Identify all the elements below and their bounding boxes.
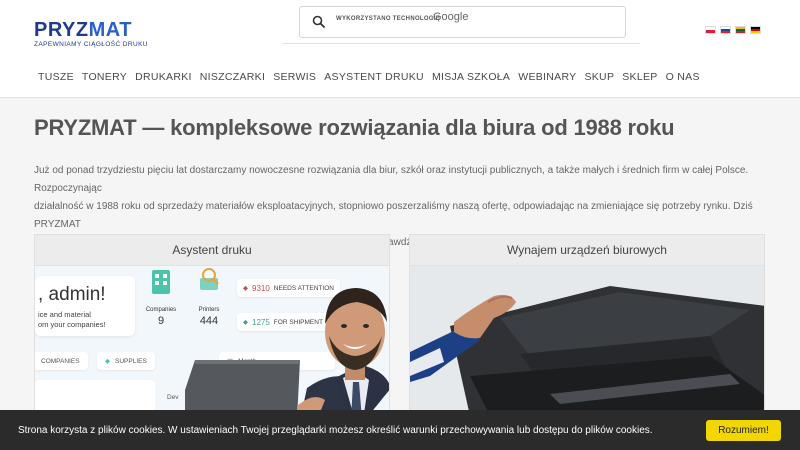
nav-item-sklep[interactable]: SKLEP: [622, 71, 657, 83]
tab-label: COMPANIES: [41, 357, 80, 365]
pryzmat-logo[interactable]: PRYZMAT ZAPEWNIAMY CIĄGŁOŚĆ DRUKU: [34, 19, 148, 48]
google-logo: Google: [433, 11, 469, 23]
businessman-image: [185, 288, 389, 413]
nav-item-niszczarki[interactable]: NISZCZARKI: [200, 71, 265, 83]
search-input[interactable]: WYKORZYSTANO TECHNOLOGIĘ Google: [299, 6, 626, 38]
flag-pl-icon[interactable]: [705, 26, 716, 34]
companies-value: 9: [157, 315, 165, 327]
welcome-line: om your companies!: [38, 320, 106, 329]
dashboard-tab-companies: COMPANIES: [35, 352, 88, 370]
language-switcher: [705, 26, 761, 34]
welcome-panel: , admin! ice and material om your compan…: [35, 276, 135, 336]
intro-line: działalność w 1988 roku od sprzedaży mat…: [34, 201, 753, 230]
search-icon[interactable]: [312, 15, 326, 29]
welcome-greeting: , admin!: [38, 284, 106, 305]
dashboard-illustration: , admin! ice and material om your compan…: [35, 266, 389, 413]
card-wynajem-urzadzen[interactable]: Wynajem urządzeń biurowych: [409, 234, 765, 414]
intro-line: Już od ponad trzydziestu pięciu lat dost…: [34, 165, 749, 194]
companies-label: Companies: [145, 307, 177, 313]
nav-item-skup[interactable]: SKUP: [584, 71, 614, 83]
site-header: PRYZMAT ZAPEWNIAMY CIĄGŁOŚĆ DRUKU WYKORZ…: [0, 0, 800, 98]
nav-item-tusze[interactable]: TUSZE: [38, 71, 74, 83]
card-title[interactable]: Asystent druku: [35, 235, 389, 266]
card-asystent-druku[interactable]: Asystent druku , admin! ice and material…: [34, 234, 390, 414]
cookie-banner: Strona korzysta z plików cookies. W usta…: [0, 410, 800, 450]
cookie-message: Strona korzysta z plików cookies. W usta…: [18, 425, 653, 436]
nav-item-tonery[interactable]: TONERY: [82, 71, 127, 83]
powered-by-label: WYKORZYSTANO TECHNOLOGIĘ: [336, 16, 441, 22]
printer-photo: [410, 266, 764, 413]
flag-lt-icon[interactable]: [735, 26, 746, 34]
building-icon: [152, 270, 170, 294]
nav-item-drukarki[interactable]: DRUKARKI: [135, 71, 192, 83]
flag-sk-icon[interactable]: [720, 26, 731, 34]
search-divider: [282, 43, 640, 44]
welcome-subtext: ice and material om your companies!: [38, 310, 106, 330]
companies-stat: Companies 9: [141, 266, 181, 336]
dev-label: Dev: [167, 394, 179, 401]
dashboard-lower-panel: [35, 380, 155, 413]
nav-item-misja-szkola[interactable]: MISJA SZKOŁA: [432, 71, 510, 83]
logo-wordmark: PRYZMAT: [34, 19, 132, 41]
main-nav: TUSZE TONERY DRUKARKI NISZCZARKI SERWIS …: [38, 71, 700, 83]
dashboard-tab-supplies: ◆ SUPPLIES: [97, 352, 155, 370]
page-title: PRYZMAT — kompleksowe rozwiązania dla bi…: [34, 115, 675, 140]
welcome-line: ice and material: [38, 310, 91, 319]
nav-item-asystent-druku[interactable]: ASYSTENT DRUKU: [324, 71, 424, 83]
cookie-accept-button[interactable]: Rozumiem!: [706, 420, 781, 441]
nav-item-o-nas[interactable]: O NAS: [666, 71, 700, 83]
nav-item-webinary[interactable]: WEBINARY: [518, 71, 576, 83]
supplies-icon: ◆: [105, 358, 110, 365]
tab-label: SUPPLIES: [115, 357, 147, 365]
nav-item-serwis[interactable]: SERWIS: [273, 71, 316, 83]
card-title[interactable]: Wynajem urządzeń biurowych: [410, 235, 764, 266]
printer-hand-image: [410, 266, 764, 413]
logo-tagline: ZAPEWNIAMY CIĄGŁOŚĆ DRUKU: [34, 41, 148, 48]
flag-de-icon[interactable]: [750, 26, 761, 34]
